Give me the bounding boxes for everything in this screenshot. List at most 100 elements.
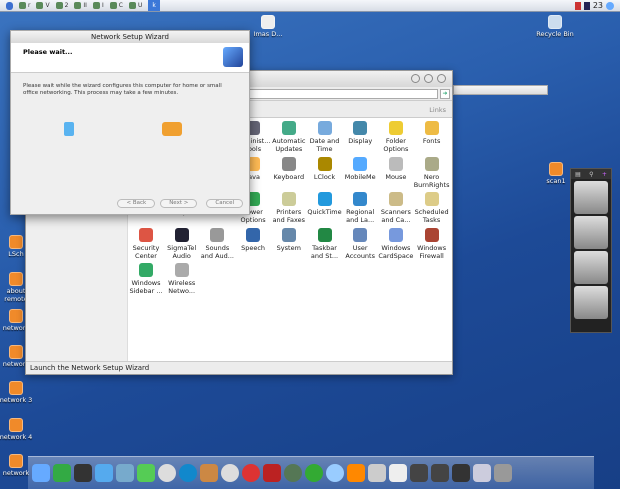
app-icon (36, 2, 44, 9)
dock-time-machine-icon[interactable] (74, 464, 92, 482)
control-panel-item[interactable]: SigmaTel Audio (163, 227, 201, 260)
desktop-icon[interactable]: Imas D... (246, 15, 290, 38)
zoom-button[interactable] (424, 74, 433, 83)
dock-apple-icon[interactable] (368, 464, 386, 482)
slideshow-gadget[interactable] (574, 216, 608, 249)
back-button[interactable]: < Back (117, 199, 156, 208)
dock-drive-icon[interactable] (389, 464, 407, 482)
clock[interactable]: 23 (593, 1, 603, 10)
control-panel-item[interactable]: Mouse (377, 156, 415, 181)
network-computers-icon (223, 47, 243, 67)
windows-sidebar: ▤ ⚲ + (570, 168, 612, 333)
control-panel-item[interactable]: Regional and La... (341, 192, 379, 224)
gadget[interactable] (574, 286, 608, 319)
dock-safari-icon[interactable] (95, 464, 113, 482)
dock-photos-icon[interactable] (200, 464, 218, 482)
control-panel-item[interactable]: Security Center (127, 227, 165, 260)
add-icon[interactable]: + (602, 171, 607, 178)
dock-textedit-icon[interactable] (158, 464, 176, 482)
item-icon (281, 192, 296, 206)
next-button[interactable]: Next > (160, 199, 198, 208)
item-label: LClock (313, 172, 336, 181)
menubar-item[interactable]: I (92, 2, 104, 9)
item-label: Taskbar and St... (310, 243, 339, 260)
control-panel-item[interactable]: QuickTime (306, 192, 344, 216)
control-panel-item[interactable]: Printers and Faxes (270, 192, 308, 224)
links-button[interactable]: Links (429, 106, 446, 114)
control-panel-item[interactable]: Display (341, 121, 379, 145)
dock-window-icon[interactable] (473, 464, 491, 482)
spotlight-icon[interactable] (606, 1, 614, 10)
item-label: Scanners and Ca... (380, 208, 411, 224)
control-panel-item[interactable]: Taskbar and St... (306, 227, 344, 260)
dock-messenger-icon[interactable] (137, 464, 155, 482)
menubar-item[interactable]: 2 (55, 2, 68, 9)
control-panel-item[interactable]: Date and Time (306, 121, 344, 153)
control-panel-item[interactable]: Windows Firewall (413, 227, 451, 260)
battery-icon[interactable] (574, 1, 581, 10)
menubar-item-active[interactable]: k (148, 0, 160, 11)
search-icon[interactable]: ⚲ (589, 171, 593, 178)
control-panel-item[interactable]: User Accounts (341, 227, 379, 260)
dock-trash-icon[interactable] (494, 464, 512, 482)
dock-mail-icon[interactable] (116, 464, 134, 482)
menubar-item[interactable]: r (19, 2, 30, 9)
item-label: Scheduled Tasks (414, 208, 449, 224)
control-panel-item[interactable]: Windows CardSpace (377, 227, 415, 260)
dock-power-icon[interactable] (452, 464, 470, 482)
dock-forward-icon[interactable] (431, 464, 449, 482)
clock-gadget[interactable] (574, 181, 608, 214)
control-panel-item[interactable]: Windows Sidebar ... (127, 263, 165, 295)
app-icon (92, 2, 100, 9)
desktop-icon[interactable]: network 4 (0, 418, 38, 441)
dock-finder-icon[interactable] (32, 464, 50, 482)
control-panel-item[interactable]: Scanners and Ca... (377, 192, 415, 224)
item-icon (353, 227, 368, 242)
dock-vlc-icon[interactable] (347, 464, 365, 482)
dock-media-player-icon[interactable] (179, 464, 197, 482)
computer-icon (64, 122, 74, 136)
minimize-button[interactable] (411, 74, 420, 83)
control-panel-item[interactable]: System (270, 227, 308, 252)
menubar-item[interactable]: C (109, 2, 123, 9)
control-panel-item[interactable]: MobileMe (341, 156, 379, 181)
item-label: Regional and La... (346, 208, 375, 224)
apple-icon[interactable] (6, 1, 13, 10)
control-panel-item[interactable]: Fonts (413, 121, 451, 145)
dock-app-red-icon[interactable] (242, 464, 260, 482)
control-panel-item[interactable]: LClock (306, 156, 344, 181)
gadget[interactable] (574, 251, 608, 284)
gadget-icon[interactable]: ▤ (575, 171, 581, 178)
dock-pdf-icon[interactable] (263, 464, 281, 482)
item-icon (246, 227, 261, 242)
menubar-item[interactable]: U (128, 2, 142, 9)
background-window-toolbar (453, 85, 548, 95)
desktop-icon-recycle-bin[interactable]: Recycle Bin (533, 15, 577, 38)
item-icon (317, 192, 332, 206)
control-panel-item[interactable]: Folder Options (377, 121, 415, 153)
dock-game-icon[interactable] (284, 464, 302, 482)
dock-back-icon[interactable] (410, 464, 428, 482)
menubar-item[interactable]: II (74, 2, 87, 9)
item-icon (210, 227, 225, 242)
dock-video-icon[interactable] (326, 464, 344, 482)
control-panel-item[interactable]: Wireless Netwo... (163, 263, 201, 295)
desktop-icon[interactable]: network 3 (0, 381, 38, 404)
network-icon (9, 235, 23, 249)
dock-dvd-player-icon[interactable] (221, 464, 239, 482)
dock-tvu-icon[interactable] (305, 464, 323, 482)
cancel-button[interactable]: Cancel (206, 199, 243, 208)
dialog-title: Network Setup Wizard (11, 31, 249, 43)
control-panel-item[interactable]: Sounds and Aud... (198, 227, 236, 260)
control-panel-item[interactable]: Scheduled Tasks (413, 192, 451, 224)
control-panel-item[interactable]: Keyboard (270, 156, 308, 181)
network-icon (9, 309, 23, 323)
menubar-item[interactable]: V (36, 2, 50, 9)
bluetooth-icon[interactable] (583, 1, 590, 10)
control-panel-item[interactable]: Automatic Updates (270, 121, 308, 153)
close-button[interactable] (437, 74, 446, 83)
control-panel-item[interactable]: Speech (234, 227, 272, 252)
go-button[interactable]: ➜ (440, 89, 450, 99)
control-panel-item[interactable]: Nero BurnRights (413, 156, 451, 189)
dock-desktop-icon[interactable] (53, 464, 71, 482)
